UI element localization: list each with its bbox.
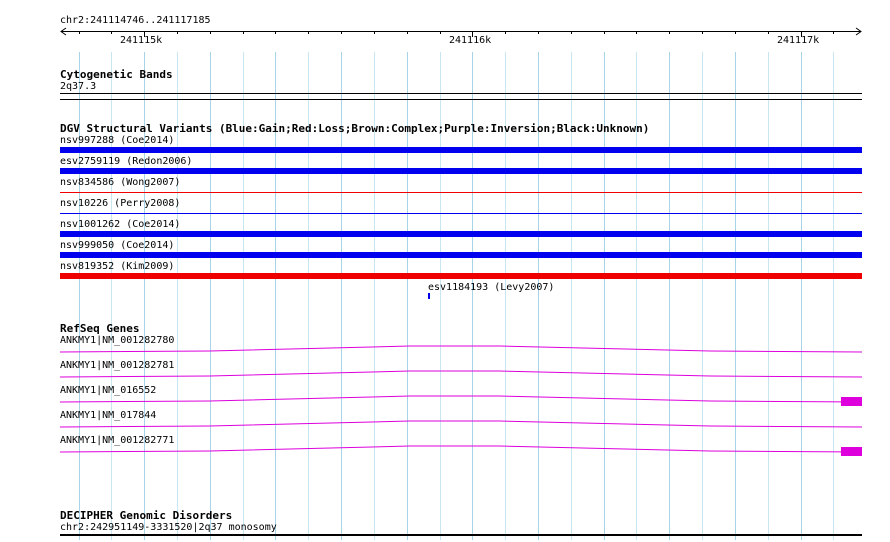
dgv-variant-label[interactable]: nsv999050 (Coe2014)	[60, 240, 174, 252]
cytoband-bar-bottom	[60, 99, 862, 100]
dgv-variant-label[interactable]: esv1184193 (Levy2007)	[428, 282, 554, 294]
refseq-gene-label[interactable]: ANKMY1|NM_001282771	[60, 435, 174, 447]
refseq-gene-label[interactable]: ANKMY1|NM_001282781	[60, 360, 174, 372]
track-title-refseq[interactable]: RefSeq Genes	[60, 322, 139, 335]
ruler-tick-label: 241117k	[777, 35, 820, 46]
genome-browser-panel: chr2:241114746..241117185 241115k 241116…	[0, 0, 890, 542]
refseq-gene-label[interactable]: ANKMY1|NM_016552	[60, 385, 156, 397]
decipher-feature-bar[interactable]	[60, 534, 862, 536]
dgv-variant-bar[interactable]	[60, 231, 862, 237]
decipher-item-label[interactable]: chr2:242951149-3331520|2q37 monosomy	[60, 522, 277, 534]
dgv-variant-line[interactable]	[60, 213, 862, 214]
dgv-variant-label[interactable]: nsv10226 (Perry2008)	[60, 198, 180, 210]
refseq-gene-model[interactable]	[59, 345, 863, 353]
refseq-gene-model[interactable]	[59, 445, 863, 453]
dgv-variant-line[interactable]	[60, 192, 862, 193]
ruler-tick-label: 241115k	[120, 35, 163, 46]
ruler-location: chr2:241114746..241117185	[60, 15, 211, 26]
dgv-variant-label[interactable]: nsv997288 (Coe2014)	[60, 135, 174, 147]
cytoband-bar-top	[60, 93, 862, 94]
dgv-variant-bar[interactable]	[60, 252, 862, 258]
cytoband-label: 2q37.3	[60, 81, 97, 92]
dgv-variant-bar[interactable]	[60, 147, 862, 153]
refseq-exon[interactable]	[841, 447, 862, 456]
dgv-variant-bar[interactable]	[60, 168, 862, 174]
refseq-gene-model[interactable]	[59, 420, 863, 428]
ruler-tick-label: 241116k	[449, 35, 492, 46]
refseq-gene-label[interactable]: ANKMY1|NM_017844	[60, 410, 156, 422]
refseq-gene-label[interactable]: ANKMY1|NM_001282780	[60, 335, 174, 347]
refseq-exon[interactable]	[841, 397, 862, 406]
track-title-dgv[interactable]: DGV Structural Variants (Blue:Gain;Red:L…	[60, 122, 649, 135]
track-title-cytoband[interactable]: Cytogenetic Bands	[60, 68, 173, 81]
dgv-variant-label[interactable]: nsv1001262 (Coe2014)	[60, 219, 180, 231]
dgv-variant-label[interactable]: nsv834586 (Wong2007)	[60, 177, 180, 189]
refseq-gene-model[interactable]	[59, 395, 863, 403]
dgv-variant-label[interactable]: esv2759119 (Redon2006)	[60, 156, 192, 168]
refseq-gene-model[interactable]	[59, 370, 863, 378]
track-title-decipher[interactable]: DECIPHER Genomic Disorders	[60, 509, 232, 522]
dgv-variant-label[interactable]: nsv819352 (Kim2009)	[60, 261, 174, 273]
dgv-variant-bar[interactable]	[60, 273, 862, 279]
